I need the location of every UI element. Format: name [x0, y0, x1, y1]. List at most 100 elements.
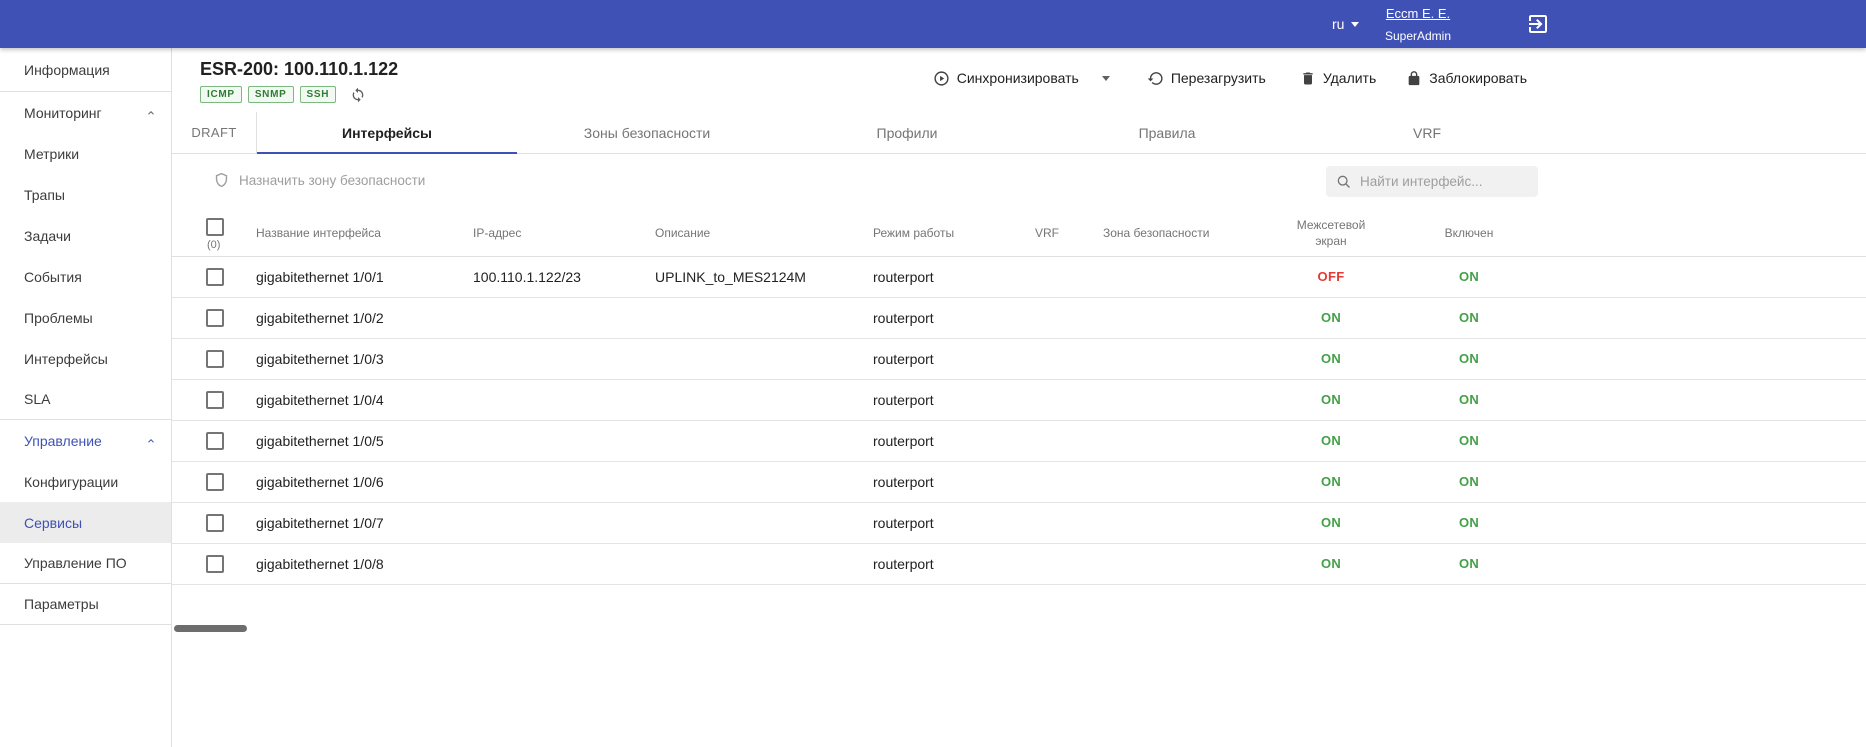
sidebar-item-software[interactable]: Управление ПО	[0, 543, 171, 584]
restore-icon	[1147, 70, 1164, 87]
sidebar-item-label: Интерфейсы	[24, 351, 108, 367]
cell-zone	[1103, 502, 1251, 543]
search-input[interactable]	[1360, 174, 1528, 189]
sidebar-item-sla[interactable]: SLA	[0, 379, 171, 420]
table-row[interactable]: gigabitethernet 1/0/5routerportONON	[172, 420, 1866, 461]
row-checkbox[interactable]	[206, 514, 224, 532]
cell-name: gigabitethernet 1/0/3	[256, 338, 473, 379]
assign-zone-label: Назначить зону безопасности	[239, 173, 425, 188]
table-row[interactable]: gigabitethernet 1/0/7routerportONON	[172, 502, 1866, 543]
row-checkbox[interactable]	[206, 391, 224, 409]
column-header-zone: Зона безопасности	[1103, 210, 1251, 256]
row-checkbox[interactable]	[206, 350, 224, 368]
tab-vrf[interactable]: VRF	[1297, 112, 1557, 153]
sidebar-item-events[interactable]: События	[0, 256, 171, 297]
cell-ip	[473, 543, 655, 584]
sidebar-item-parameters[interactable]: Параметры	[0, 584, 171, 625]
sidebar-item-problems[interactable]: Проблемы	[0, 297, 171, 338]
cell-filler	[1527, 420, 1866, 461]
table-row[interactable]: gigabitethernet 1/0/2routerportONON	[172, 297, 1866, 338]
main-content: ESR-200: 100.110.1.122 ICMPSNMPSSH Синхр…	[172, 48, 1866, 747]
chevron-down-icon	[1102, 76, 1110, 81]
row-checkbox[interactable]	[206, 309, 224, 327]
refresh-status-button[interactable]	[350, 87, 366, 103]
table-row[interactable]: gigabitethernet 1/0/4routerportONON	[172, 379, 1866, 420]
synchronize-label: Синхронизировать	[957, 70, 1079, 86]
sidebar-item-label: Управление	[24, 433, 102, 449]
table-row[interactable]: gigabitethernet 1/0/3routerportONON	[172, 338, 1866, 379]
cell-mode: routerport	[873, 379, 1035, 420]
cell-mode: routerport	[873, 256, 1035, 297]
row-checkbox[interactable]	[206, 473, 224, 491]
cell-description	[655, 543, 873, 584]
tab-draft[interactable]: DRAFT	[172, 112, 256, 153]
page-title: ESR-200: 100.110.1.122	[200, 59, 398, 80]
row-checkbox[interactable]	[206, 555, 224, 573]
cell-firewall-status: ON	[1251, 543, 1411, 584]
cell-description	[655, 297, 873, 338]
user-name-link[interactable]: Eccm E. E.	[1386, 6, 1450, 21]
cell-ip	[473, 379, 655, 420]
sync-options-button[interactable]	[1102, 76, 1110, 81]
sidebar-item-monitoring[interactable]: Мониторинг	[0, 92, 171, 133]
sidebar-item-configurations[interactable]: Конфигурации	[0, 461, 171, 502]
tab-interfaces[interactable]: Интерфейсы	[257, 112, 517, 153]
logout-button[interactable]	[1526, 12, 1550, 36]
sidebar-item-tasks[interactable]: Задачи	[0, 215, 171, 256]
user-role: SuperAdmin	[1378, 29, 1458, 43]
cell-filler	[1527, 502, 1866, 543]
cell-name: gigabitethernet 1/0/1	[256, 256, 473, 297]
block-label: Заблокировать	[1429, 70, 1527, 86]
language-selector[interactable]: ru	[1332, 0, 1359, 48]
tab-rules[interactable]: Правила	[1037, 112, 1297, 153]
tab-bar: DRAFTИнтерфейсыЗоны безопасностиПрофилиП…	[172, 112, 1866, 154]
table-header-row: (0) Название интерфейса IP-адрес Описани…	[172, 210, 1866, 256]
cell-vrf	[1035, 297, 1103, 338]
cell-vrf	[1035, 338, 1103, 379]
cell-name: gigabitethernet 1/0/8	[256, 543, 473, 584]
cell-name: gigabitethernet 1/0/7	[256, 502, 473, 543]
sidebar-item-information[interactable]: Информация	[0, 48, 171, 92]
sidebar-item-services[interactable]: Сервисы	[0, 502, 171, 543]
cell-enabled-status: ON	[1411, 461, 1527, 502]
tab-profiles[interactable]: Профили	[777, 112, 1037, 153]
tab-security-zones[interactable]: Зоны безопасности	[517, 112, 777, 153]
cell-ip	[473, 502, 655, 543]
synchronize-button[interactable]: Синхронизировать	[933, 70, 1079, 87]
row-checkbox[interactable]	[206, 432, 224, 450]
sidebar-item-metrics[interactable]: Метрики	[0, 133, 171, 174]
reboot-button[interactable]: Перезагрузить	[1147, 70, 1266, 87]
sidebar-item-management[interactable]: Управление	[0, 420, 171, 461]
cell-description	[655, 338, 873, 379]
topbar: ru Eccm E. E. SuperAdmin	[0, 0, 1866, 48]
horizontal-scrollbar-thumb[interactable]	[174, 625, 247, 632]
table-row[interactable]: gigabitethernet 1/0/8routerportONON	[172, 543, 1866, 584]
cell-zone	[1103, 338, 1251, 379]
cell-vrf	[1035, 256, 1103, 297]
sidebar: ИнформацияМониторингМетрики Трапы ЗадачиСо…	[0, 48, 172, 747]
sidebar-item-traps[interactable]: Трапы	[0, 174, 171, 215]
cell-vrf	[1035, 379, 1103, 420]
row-checkbox[interactable]	[206, 268, 224, 286]
sidebar-item-label: Управление ПО	[24, 555, 127, 571]
cell-zone	[1103, 543, 1251, 584]
delete-label: Удалить	[1323, 70, 1376, 86]
sync-icon	[350, 87, 366, 103]
column-header-description: Описание	[655, 210, 873, 256]
sidebar-item-label: Трапы	[24, 187, 65, 203]
column-header-name: Название интерфейса	[256, 210, 473, 256]
cell-filler	[1527, 338, 1866, 379]
assign-zone-button[interactable]: Назначить зону безопасности	[213, 171, 425, 189]
table-row[interactable]: gigabitethernet 1/0/6routerportONON	[172, 461, 1866, 502]
delete-button[interactable]: Удалить	[1300, 70, 1376, 87]
select-all-checkbox[interactable]	[206, 218, 224, 236]
column-header-filler	[1527, 210, 1866, 256]
cell-name: gigabitethernet 1/0/6	[256, 461, 473, 502]
sidebar-item-interfaces[interactable]: Интерфейсы	[0, 338, 171, 379]
cell-vrf	[1035, 420, 1103, 461]
search-box	[1326, 166, 1538, 197]
cell-description: UPLINK_to_MES2124M	[655, 256, 873, 297]
cell-mode: routerport	[873, 420, 1035, 461]
table-row[interactable]: gigabitethernet 1/0/1100.110.1.122/23UPL…	[172, 256, 1866, 297]
block-button[interactable]: Заблокировать	[1406, 70, 1527, 87]
